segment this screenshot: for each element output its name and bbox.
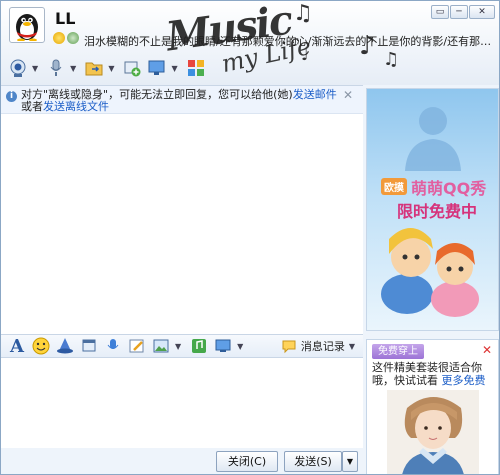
close-window-button[interactable]: ✕ <box>469 5 495 19</box>
font-button[interactable]: A <box>7 335 27 357</box>
chat-window: Music my Life ♫ ♪ ♩ ♫ LL 泪水模糊的不止是我的眼睛/还有… <box>0 0 500 475</box>
notice-middle-text: 或者 <box>21 100 43 113</box>
voice-message-icon <box>107 339 119 349</box>
close-promo-icon[interactable]: ✕ <box>482 343 492 357</box>
ad-title-line1: 萌萌QQ秀 <box>411 179 487 198</box>
apps-grid-icon <box>187 60 204 76</box>
pencil-note-icon <box>129 339 144 353</box>
voice-call-button[interactable] <box>45 57 67 79</box>
promo-text: 这件精美套装很适合你哦，快试试看 更多免费 <box>372 361 495 387</box>
add-contact-icon <box>124 61 141 77</box>
chevron-down-icon[interactable]: ▼ <box>237 342 243 351</box>
monitor-icon <box>148 60 165 75</box>
chevron-down-icon[interactable]: ▼ <box>175 342 181 351</box>
send-options-button[interactable]: ▼ <box>342 451 358 472</box>
message-input[interactable] <box>1 358 363 448</box>
wizard-hat-icon <box>57 338 73 354</box>
music-icon <box>192 339 207 353</box>
search-icon <box>67 32 79 44</box>
screenshot-button[interactable] <box>213 336 233 356</box>
format-toolbar: A ▼ ▼ 消息记录 ▼ <box>1 334 363 358</box>
chat-header: Music my Life ♫ ♪ ♩ ♫ LL 泪水模糊的不止是我的眼睛/还有… <box>1 1 499 85</box>
send-file-button[interactable] <box>83 57 105 79</box>
avatar[interactable] <box>9 7 45 43</box>
message-history-button[interactable]: 消息记录 ▼ <box>281 338 363 354</box>
create-group-button[interactable] <box>121 57 143 79</box>
send-email-link[interactable]: 发送邮件 <box>293 88 337 101</box>
minimize-button[interactable]: ─ <box>450 5 468 19</box>
video-call-button[interactable] <box>7 57 29 79</box>
music-note-icon: ♫ <box>293 1 313 26</box>
shake-window-icon <box>82 339 96 352</box>
smiley-icon <box>32 337 50 355</box>
screenshot-icon <box>215 339 231 352</box>
chevron-down-icon[interactable]: ▼ <box>70 64 76 73</box>
scribble-button[interactable] <box>127 336 147 356</box>
chevron-down-icon[interactable]: ▼ <box>108 64 114 73</box>
offline-notice: i 对方"离线或隐身"，可能无法立即回复，您可以给他(她)发送邮件或者发送离线文… <box>1 86 363 114</box>
info-icon: i <box>6 91 17 102</box>
microphone-icon <box>50 59 62 76</box>
magic-emoticon-button[interactable] <box>55 336 75 356</box>
chevron-down-icon[interactable]: ▼ <box>349 342 355 351</box>
close-button[interactable]: 关闭(C) <box>216 451 278 472</box>
close-notice-icon[interactable]: ✕ <box>343 89 353 101</box>
bottom-button-bar: 关闭(C) 发送(S) ▼ <box>1 448 363 474</box>
penguin-icon <box>16 14 38 41</box>
chat-history-icon <box>282 340 296 354</box>
promo-badge[interactable]: 免费穿上 <box>372 344 424 359</box>
webcam-icon <box>10 59 26 77</box>
app-store-button[interactable] <box>185 57 207 79</box>
music-share-button[interactable] <box>189 336 209 356</box>
chevron-down-icon[interactable]: ▼ <box>171 64 177 73</box>
image-icon <box>153 339 169 353</box>
send-button[interactable]: 发送(S) <box>284 451 342 472</box>
chevron-down-icon[interactable]: ▼ <box>32 64 38 73</box>
contact-nickname: LL <box>55 9 76 28</box>
more-free-link[interactable]: 更多免费 <box>442 374 486 387</box>
folder-icon <box>85 62 103 76</box>
ad-title-line2: 限时免费中 <box>397 202 478 221</box>
free-outfit-promo[interactable]: 免费穿上 ✕ 这件精美套装很适合你哦，快试试看 更多免费 <box>366 339 499 474</box>
send-image-button[interactable] <box>151 336 171 356</box>
voice-message-button[interactable] <box>103 336 123 356</box>
emoji-button[interactable] <box>31 336 51 356</box>
window-controls: ▭ ─ ✕ <box>431 5 495 19</box>
message-history-label: 消息记录 <box>300 340 345 353</box>
contact-signature: 泪水模糊的不止是我的眼睛/还有那颗爱你的心/渐渐远去的不止是你的背影/还有那… <box>84 35 492 48</box>
status-icons <box>53 32 79 44</box>
model-photo-icon <box>387 390 479 474</box>
skin-button[interactable]: ▭ <box>431 5 449 19</box>
music-note-icon: ♫ <box>383 49 400 70</box>
crown-icon <box>53 32 65 44</box>
remote-assist-button[interactable] <box>146 57 168 79</box>
send-offline-file-link[interactable]: 发送离线文件 <box>43 100 109 113</box>
ad-tag-label: 欧摸 <box>381 178 407 195</box>
chat-toolbar: ▼ ▼ ▼ ▼ <box>7 56 207 80</box>
qq-show-ad-panel[interactable]: 欧摸 萌萌QQ秀 限时免费中 <box>366 88 499 331</box>
font-icon: A <box>10 335 24 357</box>
message-history-pane[interactable]: i 对方"离线或隐身"，可能无法立即回复，您可以给他(她)发送邮件或者发送离线文… <box>1 85 363 334</box>
window-shake-button[interactable] <box>79 336 99 356</box>
